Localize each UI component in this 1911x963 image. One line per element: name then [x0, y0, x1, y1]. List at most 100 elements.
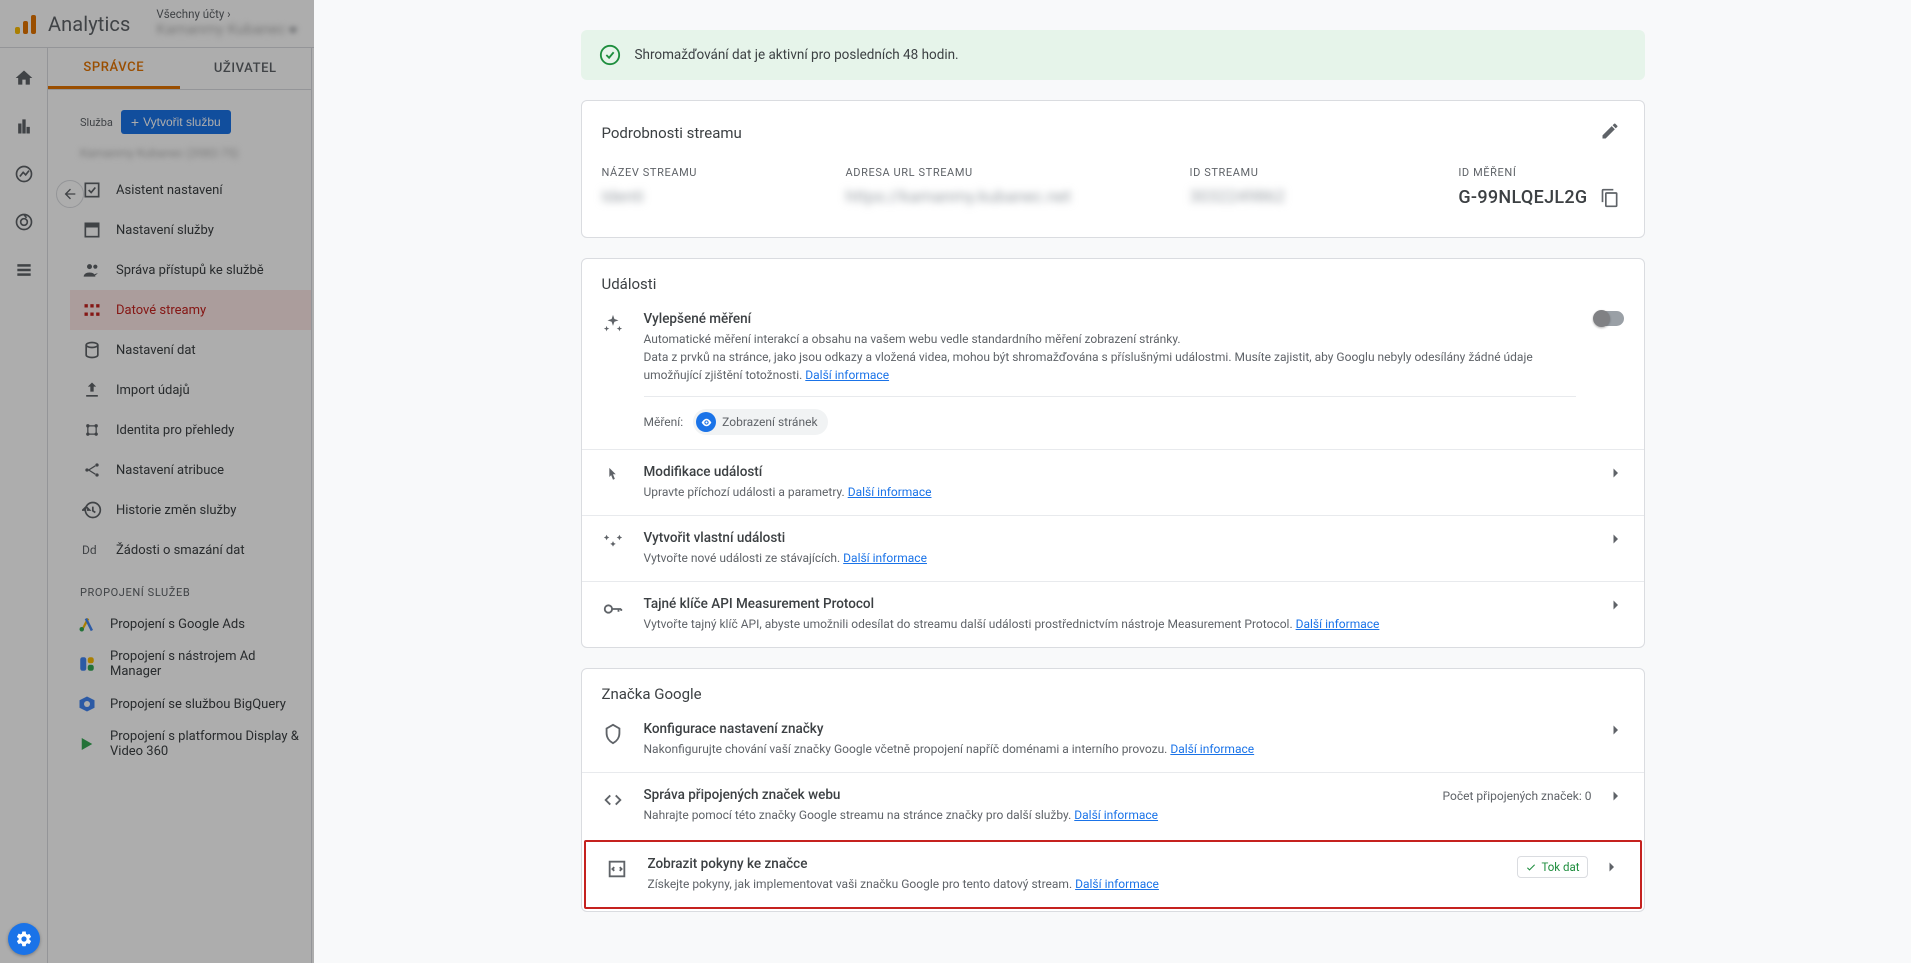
link-label: Propojení s nástrojem Ad Manager	[110, 649, 299, 679]
tag-instructions-more[interactable]: Další informace	[1075, 877, 1159, 891]
api-secrets-more[interactable]: Další informace	[1296, 617, 1380, 631]
nav-label: Asistent nastavení	[116, 183, 223, 198]
tag-config-row[interactable]: Konfigurace nastavení značky Nakonfiguru…	[582, 707, 1644, 772]
stream-details-title: Podrobnosti streamu	[602, 124, 742, 142]
link-dv360[interactable]: Propojení s platformou Display & Video 3…	[48, 721, 311, 767]
admin-tabs: SPRÁVCE UŽIVATEL	[48, 48, 311, 90]
nav-data-import[interactable]: Import údajů	[70, 370, 311, 410]
history-icon	[82, 500, 102, 520]
account-selector[interactable]: Všechny účty › Kamanmy Kubanec	[148, 4, 304, 42]
home-icon[interactable]	[14, 68, 34, 88]
data-icon	[82, 340, 102, 360]
instructions-icon	[606, 858, 630, 884]
pageview-chip-label: Zobrazení stránek	[722, 415, 817, 429]
create-events-more[interactable]: Další informace	[843, 551, 927, 565]
google-ads-icon	[78, 615, 96, 633]
create-property-label: Vytvořit službu	[143, 115, 221, 129]
chevron-right-icon	[1606, 530, 1624, 548]
admin-settings-button[interactable]	[8, 923, 40, 955]
property-label: Služba	[80, 116, 113, 129]
chevron-right-icon	[1606, 596, 1624, 614]
edit-stream-button[interactable]	[1596, 117, 1624, 148]
wand-icon	[602, 532, 626, 558]
nav-access-management[interactable]: Správa přístupů ke službě	[70, 250, 311, 290]
tag-instructions-sub: Získejte pokyny, jak implementovat vaši …	[648, 877, 1073, 891]
tag-icon	[602, 723, 626, 749]
plus-icon: +	[131, 115, 139, 129]
stream-id-label: ID STREAMU	[1190, 166, 1390, 179]
linked-tags-count: Počet připojených značek: 0	[1443, 789, 1592, 803]
tab-user[interactable]: UŽIVATEL	[180, 48, 312, 89]
chevron-right-icon	[1606, 721, 1624, 739]
identity-icon	[82, 420, 102, 440]
chevron-right-icon	[1606, 787, 1624, 805]
events-card: Události Vylepšené měření Automatické mě…	[581, 258, 1645, 648]
linked-tags-more[interactable]: Další informace	[1074, 808, 1158, 822]
property-name-blurred[interactable]: Kamanmy Kubanec (3582-75)	[48, 144, 311, 170]
link-bigquery[interactable]: Propojení se službou BigQuery	[48, 687, 311, 721]
data-collection-banner: Shromažďování dat je aktivní pro posledn…	[581, 30, 1645, 80]
bigquery-icon	[78, 695, 96, 713]
account-name-blurred: Kamanmy Kubanec	[156, 21, 285, 38]
events-title: Události	[582, 259, 1644, 297]
stream-name-label: NÁZEV STREAMU	[602, 166, 822, 179]
explore-icon[interactable]	[14, 164, 34, 184]
modify-events-row[interactable]: Modifikace událostí Upravte příchozí udá…	[582, 449, 1644, 515]
nav-data-deletion[interactable]: DdŽádosti o smazání dat	[70, 530, 311, 570]
link-ad-manager[interactable]: Propojení s nástrojem Ad Manager	[48, 641, 311, 687]
chevron-right-icon	[1602, 858, 1620, 876]
chevron-down-icon	[289, 28, 297, 33]
api-secrets-row[interactable]: Tajné klíče API Measurement Protocol Vyt…	[582, 581, 1644, 647]
chevron-right-icon	[1606, 464, 1624, 482]
ad-manager-icon	[78, 655, 96, 673]
tag-config-more[interactable]: Další informace	[1170, 742, 1254, 756]
nav-property-settings[interactable]: Nastavení služby	[70, 210, 311, 250]
enhanced-measurement-row: Vylepšené měření Automatické měření inte…	[582, 297, 1644, 449]
stream-url-label: ADRESA URL STREAMU	[846, 166, 1166, 179]
reports-icon[interactable]	[14, 116, 34, 136]
tag-config-sub: Nakonfigurujte chování vaší značky Googl…	[644, 742, 1168, 756]
pageview-chip: Zobrazení stránek	[693, 409, 827, 435]
stream-detail-panel: Shromažďování dat je aktivní pro posledn…	[314, 0, 1911, 963]
configure-icon[interactable]	[14, 260, 34, 280]
create-events-sub: Vytvořte nové události ze stávajících.	[644, 551, 841, 565]
stream-name-value: Identi	[602, 187, 822, 207]
nav-label: Import údajů	[116, 383, 190, 398]
nav-setup-assistant[interactable]: Asistent nastavení	[70, 170, 311, 210]
linked-tags-row[interactable]: Správa připojených značek webu Nahrajte …	[582, 772, 1644, 838]
pointer-icon	[602, 466, 626, 492]
tab-admin[interactable]: SPRÁVCE	[48, 48, 180, 89]
google-tag-card: Značka Google Konfigurace nastavení znač…	[581, 668, 1645, 912]
nav-reporting-identity[interactable]: Identita pro přehledy	[70, 410, 311, 450]
create-events-title: Vytvořit vlastní události	[644, 530, 1588, 546]
banner-text: Shromažďování dat je aktivní pro posledn…	[635, 47, 959, 63]
attribution-icon	[82, 460, 102, 480]
nav-data-settings[interactable]: Nastavení dat	[70, 330, 311, 370]
nav-data-streams[interactable]: Datové streamy	[70, 290, 311, 330]
deletion-icon: Dd	[82, 540, 102, 560]
code-icon	[602, 789, 626, 815]
nav-attribution-settings[interactable]: Nastavení atribuce	[70, 450, 311, 490]
modify-events-more[interactable]: Další informace	[848, 485, 932, 499]
api-secrets-sub: Vytvořte tajný klíč API, abyste umožnili…	[644, 617, 1293, 631]
linked-tags-sub: Nahrajte pomocí této značky Google strea…	[644, 808, 1072, 822]
nav-label: Historie změn služby	[116, 503, 236, 518]
people-icon	[82, 260, 102, 280]
nav-change-history[interactable]: Historie změn služby	[70, 490, 311, 530]
link-label: Propojení s platformou Display & Video 3…	[110, 729, 299, 759]
key-icon	[602, 598, 626, 624]
nav-label: Nastavení dat	[116, 343, 196, 358]
link-label: Propojení s Google Ads	[110, 617, 245, 632]
advertising-icon[interactable]	[14, 212, 34, 232]
copy-measurement-id-button[interactable]	[1596, 184, 1624, 215]
data-flow-badge: Tok dat	[1517, 856, 1587, 878]
enhanced-more-link[interactable]: Další informace	[805, 368, 889, 382]
back-button[interactable]	[56, 180, 84, 208]
create-property-button[interactable]: + Vytvořit službu	[121, 110, 231, 134]
left-rail	[0, 48, 48, 963]
link-google-ads[interactable]: Propojení s Google Ads	[48, 607, 311, 641]
create-events-row[interactable]: Vytvořit vlastní události Vytvořte nové …	[582, 515, 1644, 581]
enhanced-measurement-toggle[interactable]	[1594, 311, 1624, 326]
tag-instructions-row[interactable]: Zobrazit pokyny ke značce Získejte pokyn…	[586, 842, 1640, 907]
api-secrets-title: Tajné klíče API Measurement Protocol	[644, 596, 1588, 612]
